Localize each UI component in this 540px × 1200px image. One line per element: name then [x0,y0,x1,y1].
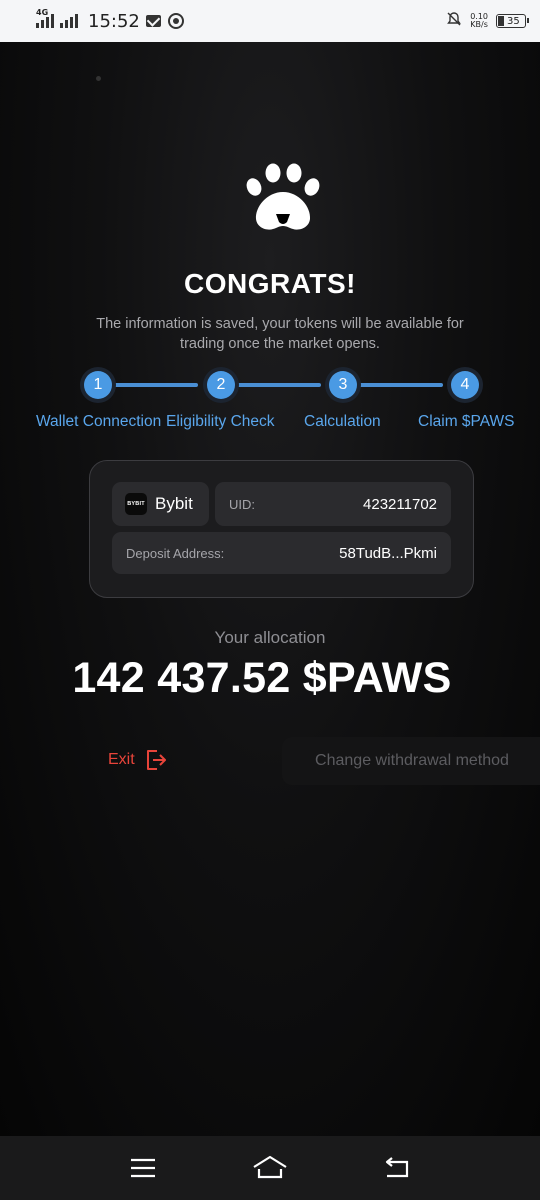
deposit-address-label: Deposit Address: [126,545,225,561]
page-title: CONGRATS! [184,268,356,299]
paw-icon [246,163,320,230]
cellular-signal-icon: 4G [36,8,54,28]
deposit-address-value: 58TudB...Pkmi [339,544,437,562]
app-notification-icon [167,13,184,29]
bybit-logo-icon: BYBIT [125,493,147,515]
home-icon [253,1155,287,1179]
back-button[interactable] [377,1148,417,1188]
exchange-name: Bybit [155,494,193,513]
mail-icon [146,13,162,29]
step-4-indicator: 4 [451,371,479,399]
step-3-label: Calculation [304,413,381,430]
deposit-address-field: Deposit Address: 58TudB...Pkmi [112,532,451,574]
step-4-label: Claim $PAWS [418,413,515,430]
allocation-label: Your allocation [214,628,326,647]
step-connector [357,383,443,387]
network-speed: 0.10 KB/s [470,13,488,29]
exit-label: Exit [108,751,135,768]
home-button[interactable] [250,1148,290,1188]
step-connector [112,383,198,387]
uid-field: UID: 423211702 [215,482,451,526]
menu-button[interactable] [123,1148,163,1188]
back-icon [385,1157,408,1178]
step-connector [235,383,321,387]
clock: 15:52 [88,10,140,32]
battery-level: 35 [507,15,520,27]
change-withdrawal-method-button[interactable]: Change withdrawal method [282,737,540,785]
menu-icon [131,1158,156,1178]
allocation-value: 142 437.52 $PAWS [72,654,452,702]
wallet-info-card [89,460,474,598]
system-navigation-bar [0,1136,540,1200]
logout-icon [146,750,166,770]
step-1-indicator: 1 [84,371,112,399]
step-1-label: Wallet Connection [36,413,162,430]
step-2-label: Eligibility Check [166,413,275,430]
page-subtitle: The information is saved, your tokens wi… [96,316,464,352]
battery-icon: 35 [496,14,529,28]
step-2-indicator: 2 [207,371,235,399]
status-bar: 4G 15:52 0.10 KB/s 35 [0,0,540,42]
cellular-signal-2-icon [60,14,78,28]
uid-label: UID: [229,496,255,512]
step-3-indicator: 3 [329,371,357,399]
network-speed-unit: KB/s [470,20,488,29]
exchange-badge: BYBIT Bybit [112,482,209,526]
bell-muted-icon [446,11,462,31]
decorative-dot [96,76,101,81]
network-type: 4G [36,8,49,17]
exit-button[interactable]: Exit [108,748,167,772]
uid-value: 423211702 [363,495,437,513]
